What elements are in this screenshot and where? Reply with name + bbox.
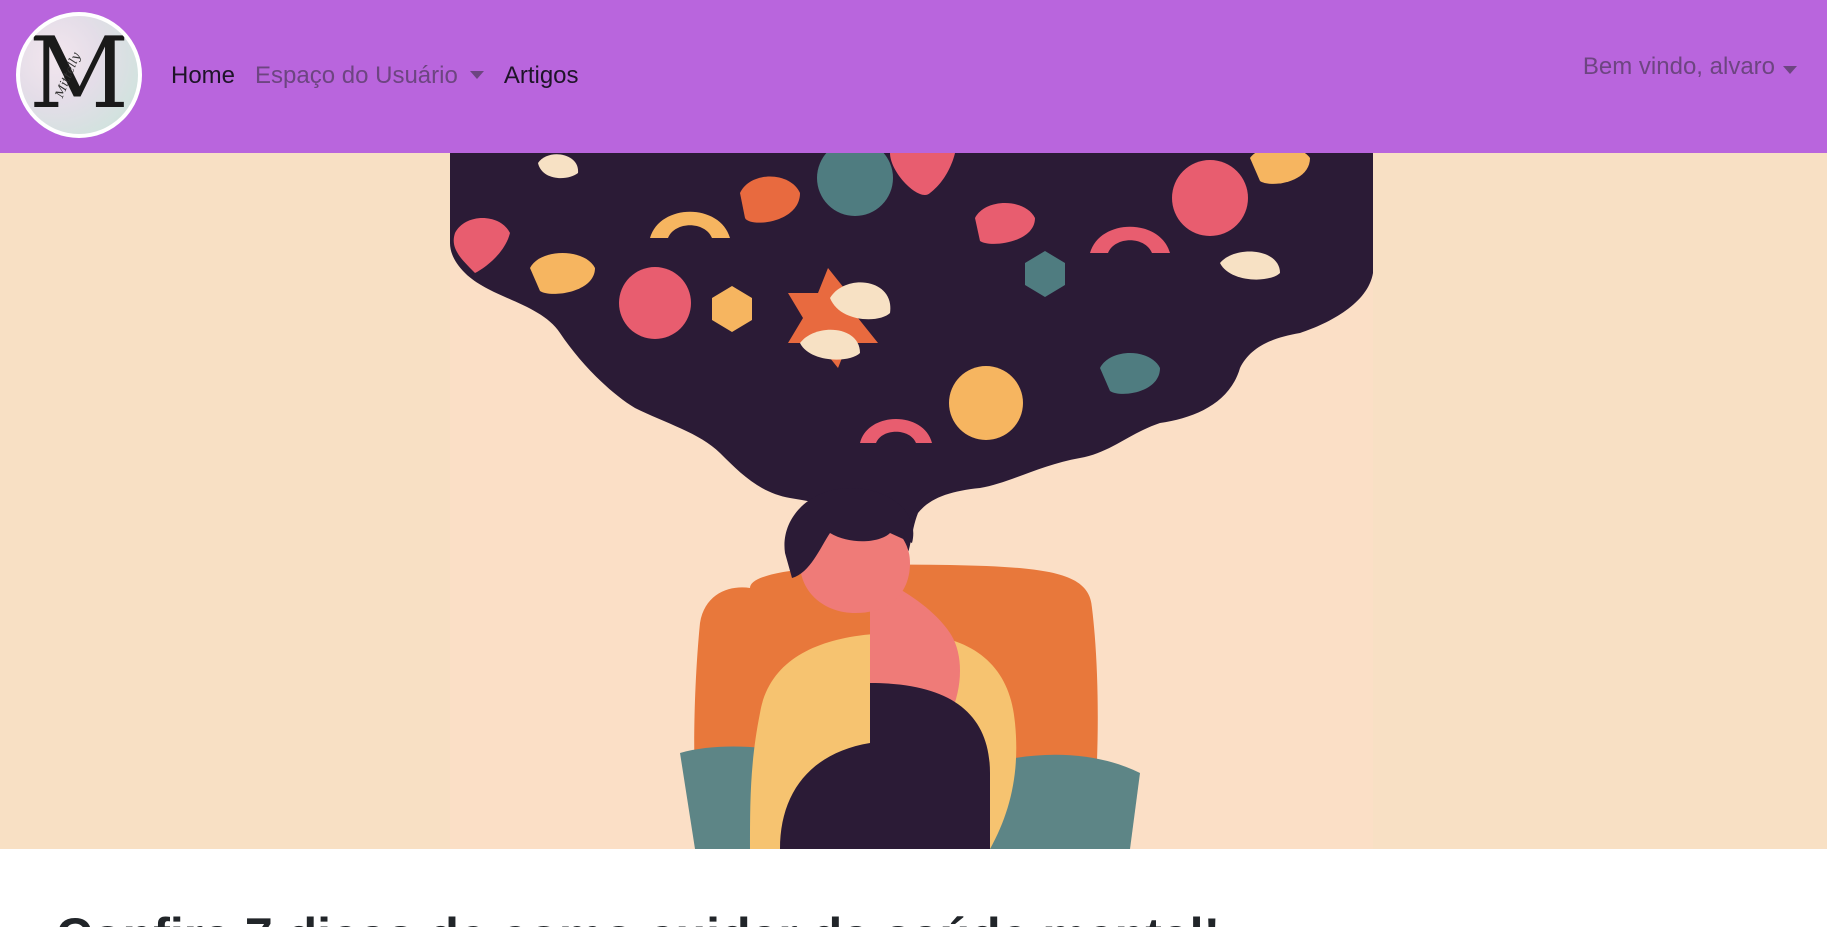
top-navbar: M Mittelly Home Espaço do Usuário Artigo… xyxy=(0,0,1827,153)
hero-banner xyxy=(0,153,1827,849)
chevron-down-icon xyxy=(1783,65,1797,74)
nav-links: Home Espaço do Usuário Artigos xyxy=(171,61,599,91)
logo-badge: M Mittelly xyxy=(20,16,138,134)
chevron-down-icon xyxy=(469,70,484,79)
nav-link-home[interactable]: Home xyxy=(171,62,235,90)
logo-letter: M xyxy=(28,17,130,131)
article-title[interactable]: Confira 7 dicas de como cuidar da saúde … xyxy=(56,907,1220,927)
user-menu-dropdown[interactable]: Bem vindo, alvaro xyxy=(1583,53,1797,81)
nav-dropdown-user-space[interactable]: Espaço do Usuário xyxy=(255,62,484,90)
anxiety-illustration xyxy=(450,153,1373,849)
brand-logo[interactable]: M Mittelly xyxy=(16,12,142,138)
article-section: Confira 7 dicas de como cuidar da saúde … xyxy=(0,849,1827,927)
nav-link-articles[interactable]: Artigos xyxy=(504,62,579,90)
user-greeting: Bem vindo, alvaro xyxy=(1582,53,1775,80)
nav-dropdown-label: Espaço do Usuário xyxy=(255,62,458,89)
